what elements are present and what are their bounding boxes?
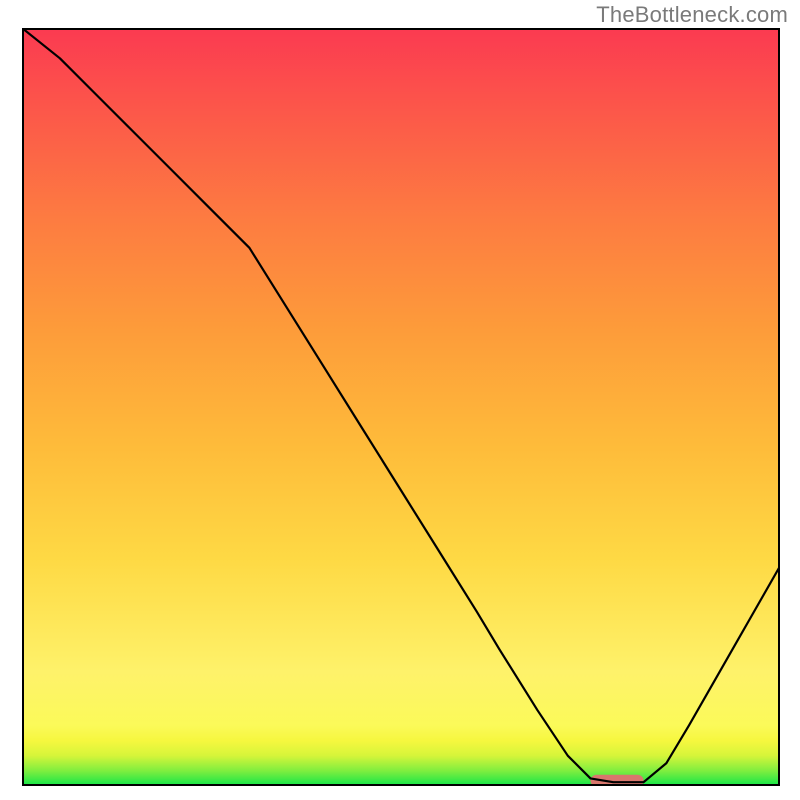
chart-svg bbox=[22, 28, 780, 786]
chart-background bbox=[22, 28, 780, 786]
bottleneck-chart bbox=[22, 28, 780, 786]
watermark-text: TheBottleneck.com bbox=[596, 2, 788, 28]
